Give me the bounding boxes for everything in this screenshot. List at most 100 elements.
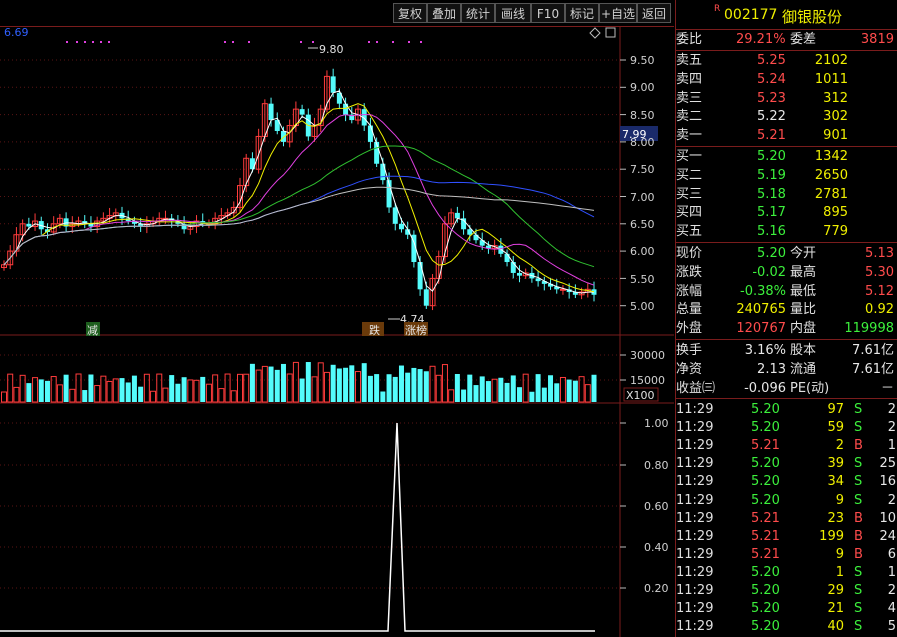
main-y-tick: 6.00 <box>630 245 655 258</box>
tick-row[interactable]: 11:29 5.20 40 S 5 <box>676 618 897 636</box>
weibi-value: 29.21% <box>736 32 786 47</box>
tick-side: B <box>854 438 863 454</box>
tick-count: 2 <box>887 402 896 417</box>
tick-row[interactable]: 11:29 5.20 1 S 1 <box>676 564 897 582</box>
bid-row[interactable]: 买四 5.17 895 <box>676 204 897 222</box>
tick-row[interactable]: 11:29 5.20 21 S 4 <box>676 600 897 618</box>
volume-y-tick: 30000 <box>630 349 665 362</box>
ask-volume: 302 <box>823 109 848 125</box>
f10-button[interactable]: F10 <box>531 3 565 23</box>
stat-value: 240765 <box>736 302 786 318</box>
tick-side: S <box>854 564 863 580</box>
event-label-2: 跌 <box>369 323 380 337</box>
ask-row[interactable]: 卖三 5.23 312 <box>676 90 897 108</box>
tick-count: 24 <box>879 528 896 544</box>
tick-side: S <box>854 492 863 508</box>
ask-row[interactable]: 卖二 5.22 302 <box>676 108 897 126</box>
tick-price: 5.20 <box>751 583 780 598</box>
settings-icons[interactable] <box>589 27 616 39</box>
draw-line-button[interactable]: 画线 <box>495 3 531 23</box>
tick-time: 11:29 <box>676 546 714 562</box>
ask-row[interactable]: 卖五 5.25 2102 <box>676 52 897 70</box>
stat-value: -0.38% <box>740 283 786 299</box>
tick-price: 5.20 <box>751 456 780 472</box>
tick-row[interactable]: 11:29 5.21 199 B 24 <box>676 528 897 546</box>
tick-price: 5.20 <box>751 601 780 617</box>
tick-volume: 9 <box>835 546 844 562</box>
ask-row[interactable]: 卖一 5.21 901 <box>676 127 897 145</box>
add-watchlist-button[interactable]: +自选 <box>599 3 637 23</box>
extra-row: 换手 3.16% 股本 7.61亿 <box>676 342 897 360</box>
stats-button[interactable]: 统计 <box>461 3 495 23</box>
tick-time: 11:29 <box>676 510 714 526</box>
tick-row[interactable]: 11:29 5.20 29 S 2 <box>676 582 897 600</box>
tick-row[interactable]: 11:29 5.20 59 S 2 <box>676 419 897 437</box>
main-y-tick: 5.50 <box>630 273 655 286</box>
extra-value: 3.16% <box>744 343 786 358</box>
ask-row[interactable]: 卖四 5.24 1011 <box>676 71 897 89</box>
volume-bars <box>1 361 597 403</box>
bid-row[interactable]: 买二 5.19 2650 <box>676 167 897 185</box>
bid-label: 买二 <box>676 167 703 183</box>
main-y-tick: 7.50 <box>630 163 655 176</box>
window-icon[interactable] <box>605 27 616 38</box>
tick-volume: 39 <box>827 456 844 472</box>
chart-area[interactable]: 6.69 9.80 4.74 7.99 减 跌 涨榜 X100 9.50 9.0… <box>0 26 674 637</box>
indicator-y-tick: 1.00 <box>644 417 669 430</box>
stat-label: 总量 <box>676 302 703 318</box>
tick-row[interactable]: 11:29 5.20 39 S 25 <box>676 455 897 473</box>
mark-button[interactable]: 标记 <box>565 3 599 23</box>
tick-price: 5.20 <box>751 619 780 635</box>
indicator-y-tick: 0.60 <box>644 500 669 513</box>
ask-label: 卖五 <box>676 53 703 68</box>
bid-row[interactable]: 买三 5.18 2781 <box>676 186 897 204</box>
tick-side: S <box>854 456 863 472</box>
tick-row[interactable]: 11:29 5.20 34 S 16 <box>676 473 897 491</box>
extra-label: PE(动) <box>790 380 830 396</box>
signal-dots <box>66 41 422 43</box>
overlay-button[interactable]: 叠加 <box>427 3 461 23</box>
tick-time: 11:29 <box>676 438 714 454</box>
diamond-icon[interactable] <box>589 27 601 39</box>
tick-row[interactable]: 11:29 5.21 9 B 6 <box>676 546 897 564</box>
ask-label: 卖一 <box>676 128 703 144</box>
bid-label: 买一 <box>676 149 703 164</box>
tick-time: 11:29 <box>676 456 714 472</box>
tick-row[interactable]: 11:29 5.21 23 B 10 <box>676 510 897 528</box>
tick-price: 5.21 <box>751 546 780 562</box>
stat-row: 外盘 120767 内盘 119998 <box>676 320 897 338</box>
bid-volume: 1342 <box>814 149 848 164</box>
stat-label: 量比 <box>790 302 817 318</box>
stock-code: 002177 <box>724 7 778 23</box>
tick-count: 2 <box>887 583 896 598</box>
tick-volume: 97 <box>827 402 844 417</box>
stat-value: 5.20 <box>757 246 786 261</box>
tick-volume: 59 <box>827 420 844 436</box>
main-y-tick: 7.00 <box>630 191 655 204</box>
tick-count: 2 <box>887 492 896 508</box>
r-badge: R <box>714 4 721 14</box>
bid-row[interactable]: 买五 5.16 779 <box>676 223 897 241</box>
weicha-label: 委差 <box>790 32 817 47</box>
tick-row[interactable]: 11:29 5.20 97 S 2 <box>676 401 897 419</box>
extra-value: 7.61亿 <box>852 361 894 377</box>
stat-label: 涨跌 <box>676 264 703 280</box>
tick-count: 6 <box>887 546 896 562</box>
tick-side: S <box>854 601 863 617</box>
extra-value: -0.096 <box>744 380 786 396</box>
tick-row[interactable]: 11:29 5.21 2 B 1 <box>676 437 897 455</box>
ask-label: 卖二 <box>676 109 703 125</box>
volume-y-tick: 15000 <box>630 374 665 387</box>
extra-value: － <box>880 380 894 396</box>
bid-label: 买五 <box>676 224 703 240</box>
tick-time: 11:29 <box>676 619 714 635</box>
main-y-tick: 5.00 <box>630 300 655 313</box>
bid-row[interactable]: 买一 5.20 1342 <box>676 148 897 166</box>
bid-price: 5.16 <box>757 224 786 240</box>
stat-value: 5.30 <box>865 264 894 280</box>
tick-row[interactable]: 11:29 5.20 9 S 2 <box>676 492 897 510</box>
stat-value: 119998 <box>844 321 894 337</box>
back-button[interactable]: 返回 <box>637 3 671 23</box>
fuquan-button[interactable]: 复权 <box>393 3 427 23</box>
extra-value: 7.61亿 <box>852 343 894 358</box>
